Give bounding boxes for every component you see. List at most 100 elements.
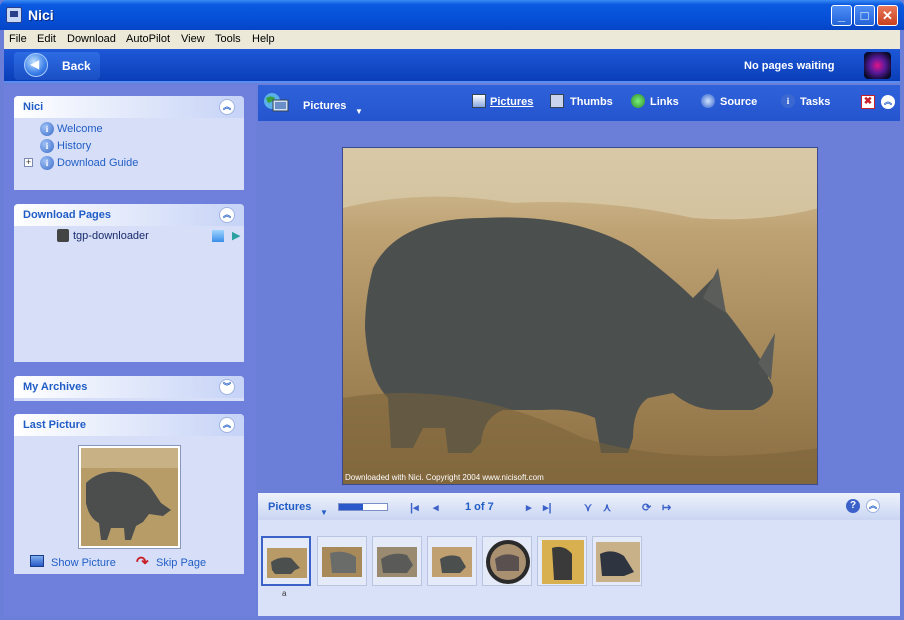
thumbnail-image <box>542 540 584 584</box>
download-progress-bar <box>338 503 388 511</box>
nici-panel-title: Nici <box>23 101 44 113</box>
thumbnail-7[interactable] <box>592 536 642 586</box>
last-picture-title: Last Picture <box>23 419 86 431</box>
expand-plus-icon[interactable]: + <box>24 158 33 167</box>
menu-help[interactable]: Help <box>252 33 275 45</box>
show-picture-icon <box>30 555 44 567</box>
menu-autopilot[interactable]: AutoPilot <box>126 33 170 45</box>
view-dropdown-icon[interactable]: ▼ <box>355 107 363 116</box>
welcome-link[interactable]: Welcome <box>57 123 103 135</box>
thumbnail-image <box>377 547 417 577</box>
thumbnail-image <box>322 547 362 577</box>
download-guide-link[interactable]: Download Guide <box>57 157 138 169</box>
download-progress-fill <box>339 504 363 510</box>
thumbnail-3[interactable] <box>372 536 422 586</box>
links-tab-icon <box>631 94 645 108</box>
nici-logo-icon[interactable] <box>864 52 891 79</box>
view-selector-label[interactable]: Pictures <box>303 100 346 112</box>
play-icon[interactable]: ▶ <box>232 229 240 242</box>
last-picture-header[interactable]: Last Picture ︽ <box>14 414 244 436</box>
menu-bar: File Edit Download AutoPilot View Tools … <box>4 30 900 49</box>
selected-thumbnail-marker: a <box>282 589 287 598</box>
thumbnail-1[interactable] <box>261 536 311 586</box>
close-button[interactable]: ✕ <box>877 5 898 26</box>
collapse-thumbs-icon[interactable]: ︽ <box>866 499 880 513</box>
pictures-view-icon <box>264 93 289 112</box>
thumbnail-6[interactable] <box>537 536 587 586</box>
thumbnail-4[interactable] <box>427 536 477 586</box>
download-pages-panel: Download Pages ︽ tgp-downloader ▶ <box>14 204 244 362</box>
help-icon[interactable]: ? <box>846 499 860 513</box>
collapse-chevron-icon[interactable]: ︽ <box>219 207 235 223</box>
back-button[interactable]: Back <box>14 52 100 80</box>
collapse-chevron-icon[interactable]: ︽ <box>219 417 235 433</box>
collapse-toolbar-icon[interactable]: ︽ <box>881 95 895 109</box>
info-icon: i <box>40 122 54 136</box>
back-arrow-icon <box>24 53 48 77</box>
thumbnail-image <box>432 547 472 577</box>
download-pages-header[interactable]: Download Pages ︽ <box>14 204 244 226</box>
history-link[interactable]: History <box>57 140 91 152</box>
last-picture-thumbnail[interactable] <box>78 445 181 549</box>
skip-page-link[interactable]: Skip Page <box>156 557 206 569</box>
tab-thumbs[interactable]: Thumbs <box>570 96 613 108</box>
menu-tools[interactable]: Tools <box>215 33 241 45</box>
tab-source[interactable]: Source <box>720 96 757 108</box>
thumbnail-image <box>596 542 640 582</box>
menu-view[interactable]: View <box>181 33 205 45</box>
fullscreen-icon[interactable]: ✖ <box>861 95 875 109</box>
window-title: Nici <box>28 7 54 23</box>
thumbbar-label[interactable]: Pictures <box>268 501 311 513</box>
nici-panel: Nici ︽ i Welcome i History + i Download … <box>14 96 244 190</box>
thumbnail-2[interactable] <box>317 536 367 586</box>
thumbnail-image <box>486 540 530 584</box>
rhino-photo <box>343 148 817 484</box>
menu-download[interactable]: Download <box>67 33 116 45</box>
menu-file[interactable]: File <box>9 33 27 45</box>
collapse-chevron-icon[interactable]: ︽ <box>219 99 235 115</box>
tab-links[interactable]: Links <box>650 96 679 108</box>
app-icon <box>6 7 22 23</box>
pictures-tab-icon <box>472 94 486 108</box>
expand-chevron-icon[interactable]: ︾ <box>219 379 235 395</box>
thumbbar-dropdown-icon[interactable]: ▼ <box>320 508 328 517</box>
back-label: Back <box>62 59 91 73</box>
command-bar: Back No pages waiting <box>4 49 900 83</box>
previous-picture-icon[interactable]: ◂ <box>433 501 439 514</box>
tab-tasks[interactable]: Tasks <box>800 96 830 108</box>
info-icon: i <box>40 156 54 170</box>
page-icon <box>57 229 69 242</box>
info-icon: i <box>40 139 54 153</box>
maximize-button[interactable]: □ <box>854 5 875 26</box>
skip-arrow-icon: ↷ <box>136 554 149 571</box>
download-page-item[interactable]: tgp-downloader <box>73 230 149 242</box>
download-pages-title: Download Pages <box>23 209 112 221</box>
last-picture-icon[interactable]: ▸| <box>543 501 552 514</box>
thumbnail-5[interactable] <box>482 536 532 586</box>
status-text: No pages waiting <box>744 60 835 72</box>
rhino-thumbnail-image <box>81 448 178 546</box>
main-picture[interactable]: Downloaded with Nici. Copyright 2004 www… <box>342 147 818 485</box>
menu-edit[interactable]: Edit <box>37 33 56 45</box>
photo-copyright-caption: Downloaded with Nici. Copyright 2004 www… <box>345 473 544 482</box>
next-picture-icon[interactable]: ▸ <box>526 501 532 514</box>
forward-icon[interactable]: ↦ <box>662 501 671 514</box>
rotate-icon[interactable]: ⟳ <box>642 501 651 514</box>
source-tab-icon <box>701 94 715 108</box>
tab-pictures[interactable]: Pictures <box>490 96 533 108</box>
nici-panel-header[interactable]: Nici ︽ <box>14 96 244 118</box>
first-picture-icon[interactable]: |◂ <box>410 501 419 514</box>
my-archives-title: My Archives <box>23 381 88 393</box>
zoom-actual-icon[interactable]: ⋏ <box>603 501 611 514</box>
tasks-info-icon: i <box>781 94 795 108</box>
viewer-pane: Pictures ▼ Pictures Thumbs Links Source … <box>258 85 900 616</box>
title-bar: Nici _ □ ✕ <box>0 0 904 30</box>
show-picture-link[interactable]: Show Picture <box>51 557 116 569</box>
zoom-fit-icon[interactable]: ⋎ <box>584 501 592 514</box>
last-picture-panel: Last Picture ︽ Show Picture ↷ Skip Page <box>14 414 244 574</box>
minimize-button[interactable]: _ <box>831 5 852 26</box>
page-counter: 1 of 7 <box>465 501 494 513</box>
page-status-icon <box>212 230 224 242</box>
my-archives-header[interactable]: My Archives ︾ <box>14 376 244 398</box>
viewer-toolbar: Pictures ▼ Pictures Thumbs Links Source … <box>258 85 900 121</box>
